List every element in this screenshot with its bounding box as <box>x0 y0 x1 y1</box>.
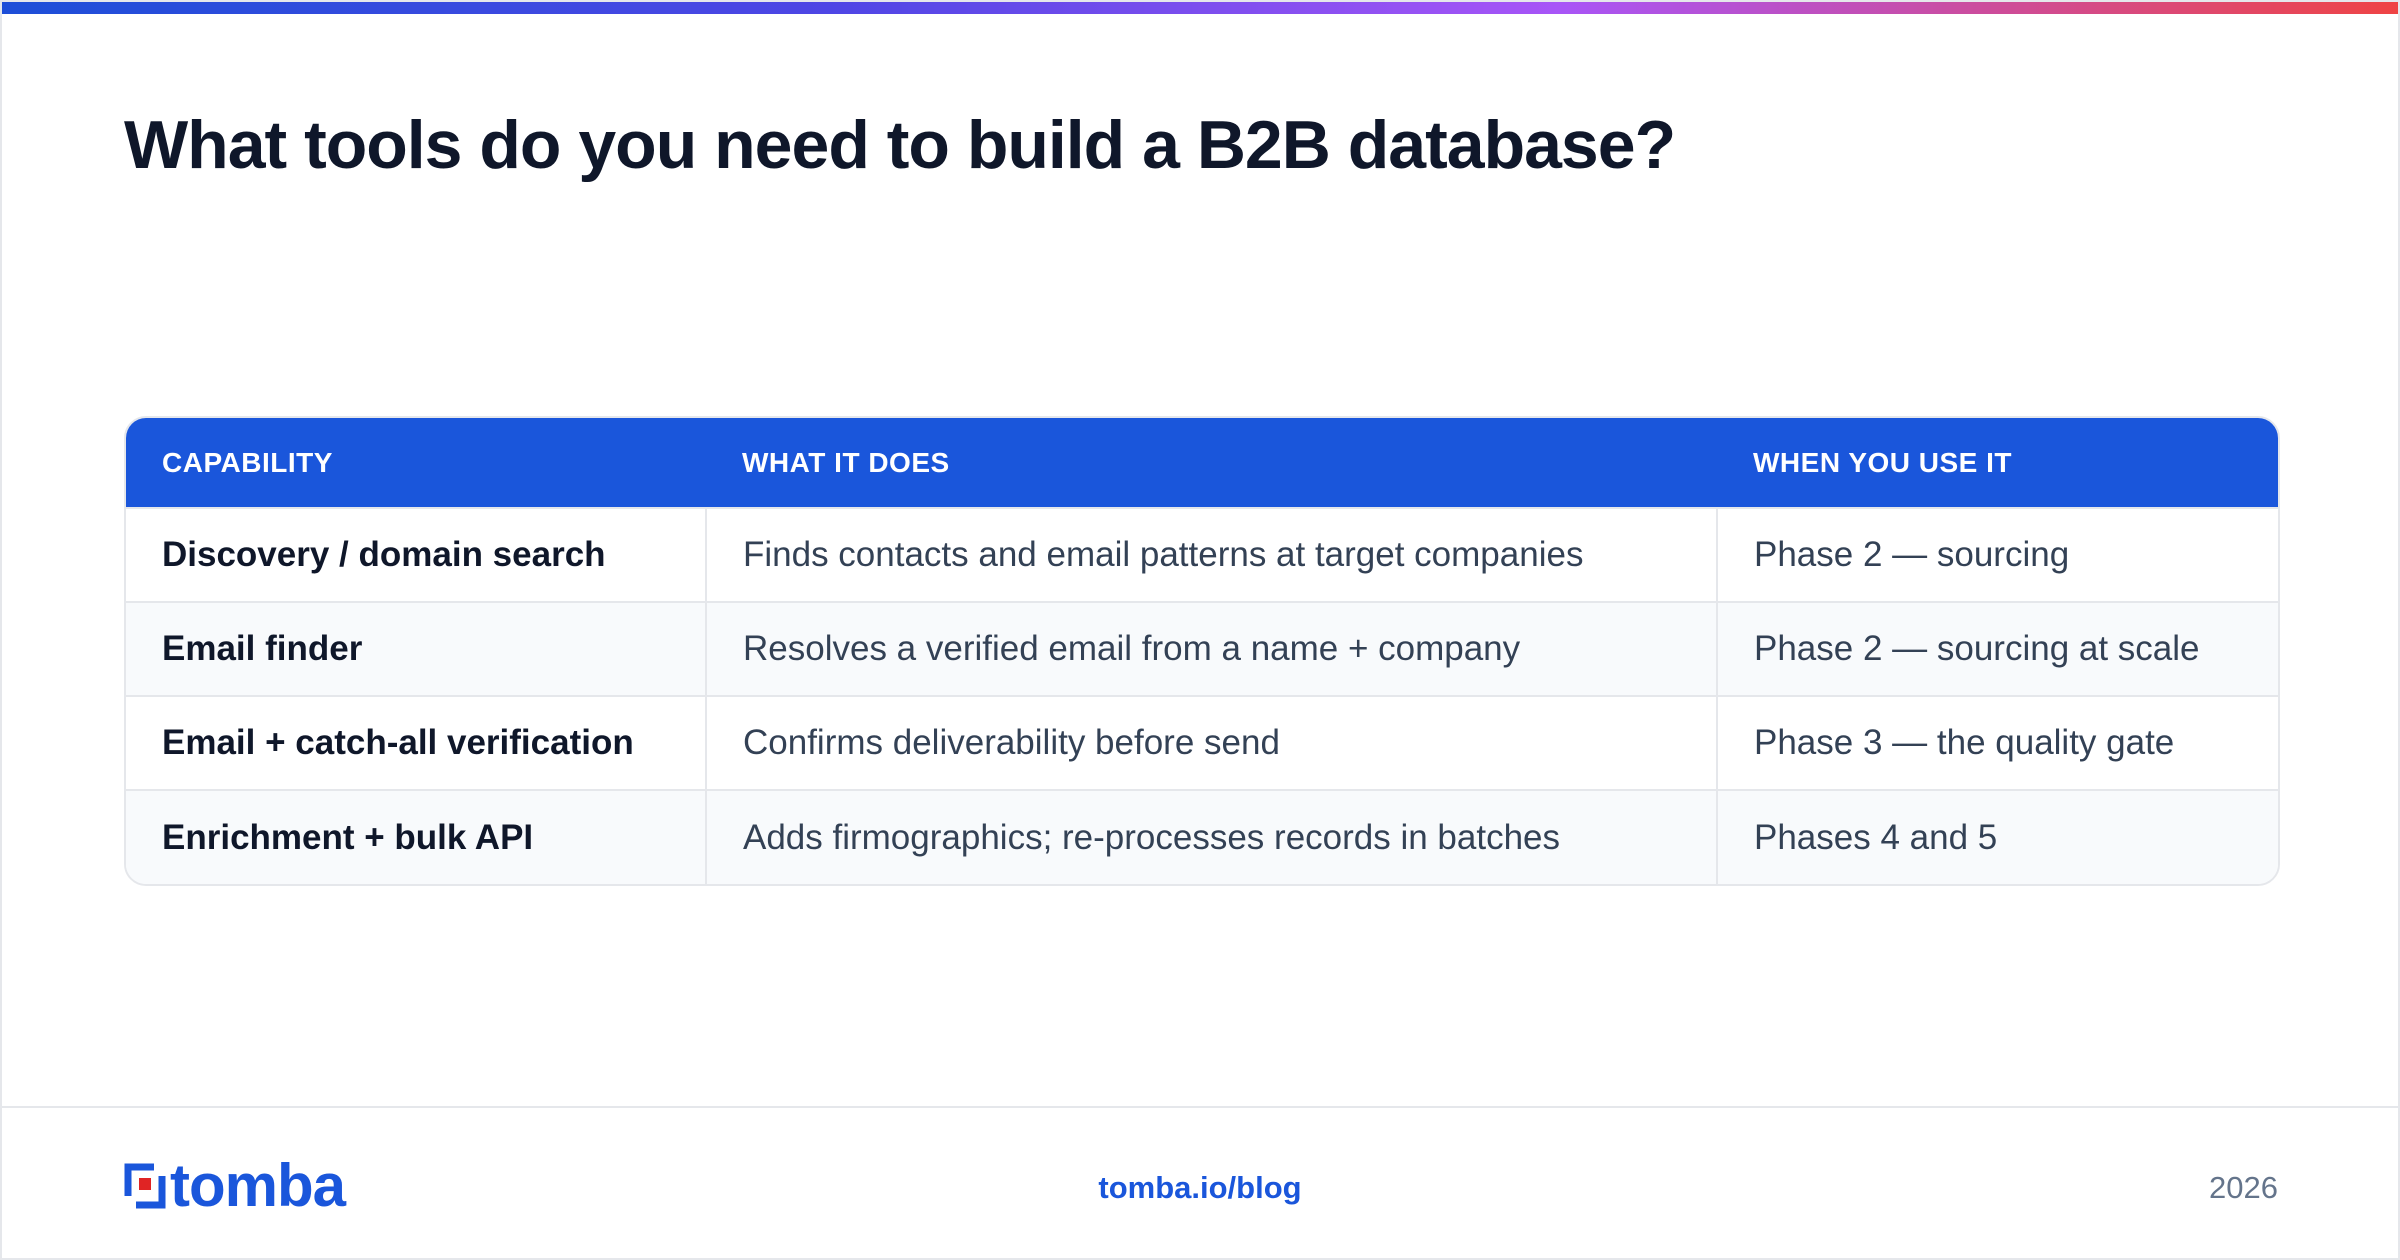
table-row: Discovery / domain search Finds contacts… <box>126 507 2278 602</box>
footer: tomba tomba.io/blog 2026 <box>2 1106 2398 1260</box>
cell-what-it-does: Finds contacts and email patterns at tar… <box>705 507 1717 602</box>
page-title: What tools do you need to build a B2B da… <box>124 107 1676 183</box>
top-gradient-bar <box>2 2 2398 14</box>
table-row: Enrichment + bulk API Adds firmographics… <box>126 789 2278 884</box>
header-what-it-does: WHAT IT DOES <box>742 446 950 478</box>
slide: What tools do you need to build a B2B da… <box>0 0 2400 1260</box>
tools-table-grid: CAPABILITY WHAT IT DOES WHEN YOU USE IT … <box>126 418 2278 884</box>
cell-when-you-use-it: Phase 2 — sourcing <box>1716 507 2278 602</box>
cell-what-it-does: Adds firmographics; re-processes records… <box>705 789 1717 884</box>
footer-year: 2026 <box>2209 1170 2278 1205</box>
table-header-row: CAPABILITY WHAT IT DOES WHEN YOU USE IT <box>126 418 2278 508</box>
header-capability: CAPABILITY <box>162 446 333 478</box>
table-row: Email finder Resolves a verified email f… <box>126 601 2278 696</box>
cell-when-you-use-it: Phase 2 — sourcing at scale <box>1716 601 2278 696</box>
cell-capability: Email finder <box>126 601 706 696</box>
cell-what-it-does: Resolves a verified email from a name + … <box>705 601 1717 696</box>
cell-capability: Discovery / domain search <box>126 507 706 602</box>
cell-capability: Enrichment + bulk API <box>126 789 706 884</box>
cell-capability: Email + catch-all verification <box>126 695 706 790</box>
cell-when-you-use-it: Phase 3 — the quality gate <box>1716 695 2278 790</box>
header-when-you-use-it: WHEN YOU USE IT <box>1753 446 2013 478</box>
table-row: Email + catch-all verification Confirms … <box>126 695 2278 790</box>
cell-what-it-does: Confirms deliverability before send <box>705 695 1717 790</box>
blog-link[interactable]: tomba.io/blog <box>2 1170 2398 1206</box>
cell-when-you-use-it: Phases 4 and 5 <box>1716 789 2278 884</box>
tools-table: CAPABILITY WHAT IT DOES WHEN YOU USE IT … <box>124 416 2280 886</box>
